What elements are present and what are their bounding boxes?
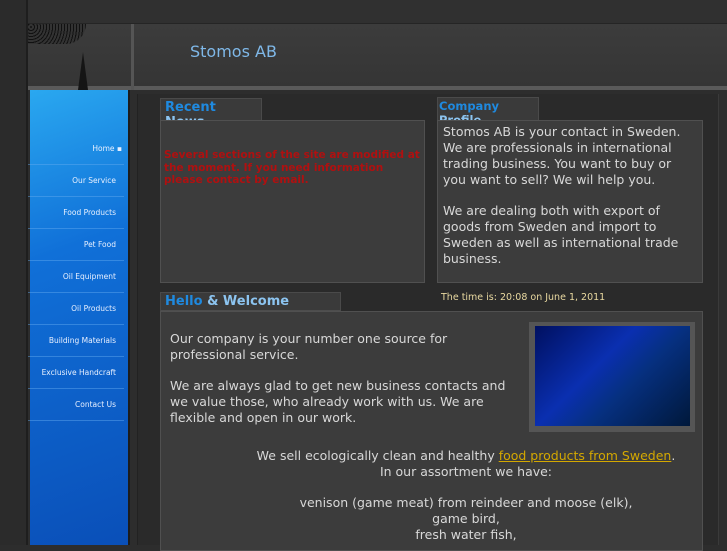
time-display: The time is: 20:08 on June 1, 2011 xyxy=(441,292,606,303)
list-item: venison (game meat) from reindeer and mo… xyxy=(299,495,633,510)
city-photo xyxy=(529,322,695,432)
news-notice: Several sections of the site are modifie… xyxy=(164,149,420,186)
assortment-heading: In our assortment we have: xyxy=(379,464,553,479)
top-bar xyxy=(28,0,727,24)
sell-period: . xyxy=(671,448,676,463)
assortment-block: We sell ecologically clean and healthy f… xyxy=(161,448,727,543)
profile-intro: Stomos AB is your contact in Sweden. We … xyxy=(443,124,681,187)
spike-decoration xyxy=(78,52,88,90)
list-item: game bird, xyxy=(432,511,500,526)
sidebar-nav: Home ▪ Our Service Food Products Pet Foo… xyxy=(28,90,130,545)
welcome-intro: Our company is your number one source fo… xyxy=(170,331,448,362)
news-box xyxy=(160,120,425,283)
nav-oil-products[interactable]: Oil Products xyxy=(28,293,124,325)
nav-pet-food[interactable]: Pet Food xyxy=(28,229,124,261)
welcome-contacts: We are always glad to get new business c… xyxy=(170,378,506,425)
nav-contact-us[interactable]: Contact Us xyxy=(28,389,124,421)
nav-home[interactable]: Home ▪ xyxy=(28,133,124,165)
left-border xyxy=(0,0,28,545)
bullet-icon: ▪ xyxy=(116,144,122,153)
list-item: fresh water fish, xyxy=(415,527,517,542)
sell-text: We sell ecologically clean and healthy xyxy=(256,448,499,463)
profile-trade: We are dealing both with export of goods… xyxy=(443,203,679,266)
nav-our-service[interactable]: Our Service xyxy=(28,165,124,197)
food-products-link[interactable]: food products from Sweden xyxy=(499,448,672,463)
site-title[interactable]: Stomos AB xyxy=(190,42,277,61)
tab-hello-welcome: Hello & Welcome xyxy=(160,292,341,313)
nav-oil-equipment[interactable]: Oil Equipment xyxy=(28,261,124,293)
nav-exclusive-handcraft[interactable]: Exclusive Handcraft xyxy=(28,357,124,389)
profile-box: Stomos AB is your contact in Sweden. We … xyxy=(437,120,703,283)
nav-food-products[interactable]: Food Products xyxy=(28,197,124,229)
header-divider xyxy=(131,24,134,90)
nav-building-materials[interactable]: Building Materials xyxy=(28,325,124,357)
